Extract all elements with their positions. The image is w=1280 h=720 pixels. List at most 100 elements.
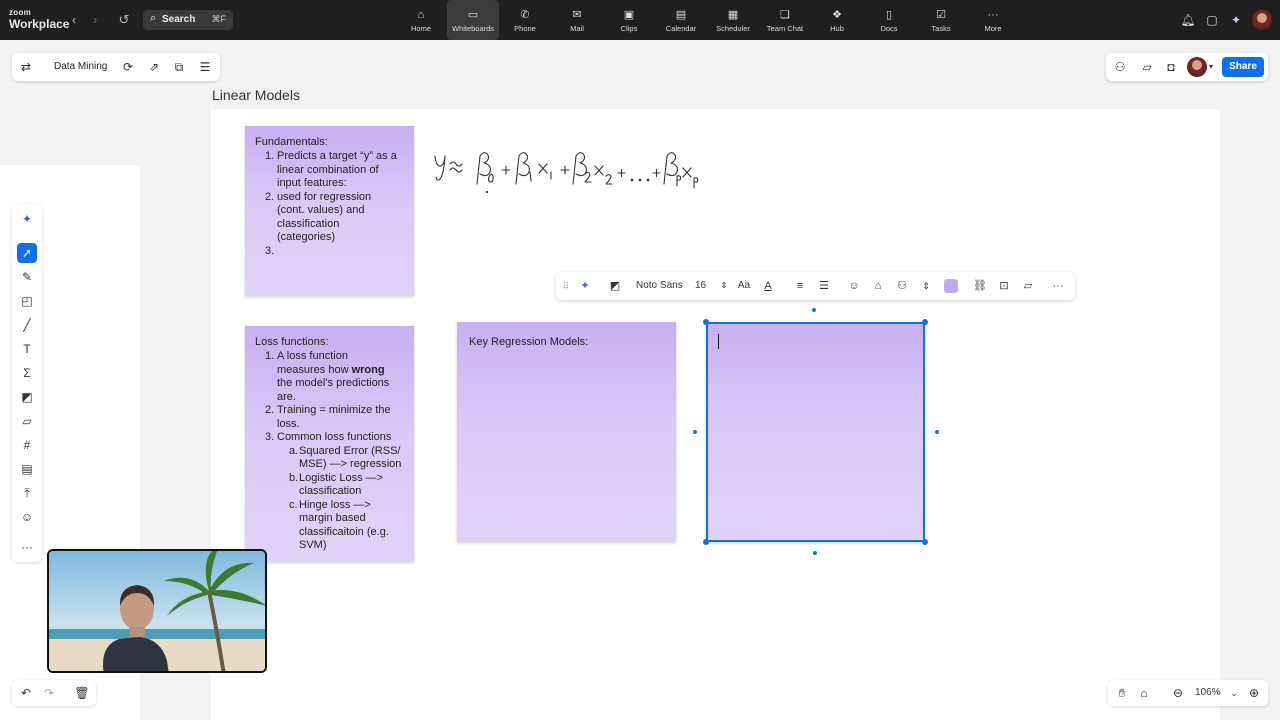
- template-tool-icon[interactable]: ▤: [17, 459, 37, 479]
- nav-whiteboards[interactable]: ▭ Whiteboards: [447, 0, 499, 40]
- reaction-add-icon[interactable]: ☺: [846, 278, 862, 294]
- board-title[interactable]: Data Mining: [54, 61, 107, 72]
- bell-icon[interactable]: 🔔︎: [1180, 12, 1196, 28]
- list-letter: a.: [289, 444, 299, 457]
- history-icon[interactable]: ↺: [116, 12, 132, 28]
- emoji-tool-icon[interactable]: ☺: [17, 507, 37, 527]
- font-size-stepper-icon[interactable]: ⇕: [716, 278, 732, 294]
- nav-hub[interactable]: ❖ Hub: [811, 0, 863, 40]
- resize-handle[interactable]: [922, 319, 928, 325]
- nav-tasks[interactable]: ☑ Tasks: [915, 0, 967, 40]
- formula-tool-icon[interactable]: Σ: [17, 363, 37, 383]
- collaborators-icon[interactable]: ⚇: [1112, 59, 1128, 75]
- sticky-style-icon[interactable]: ◩: [607, 278, 623, 294]
- forward-icon[interactable]: ›: [87, 12, 103, 28]
- text-tool-icon[interactable]: T: [17, 339, 37, 359]
- trash-icon[interactable]: 🗑︎: [74, 685, 90, 701]
- list-item: 2. used for regression (cont. values) an…: [255, 191, 397, 245]
- connector-handle[interactable]: [812, 308, 816, 312]
- pen-tool-icon[interactable]: ✎: [17, 267, 37, 287]
- shapes-tool-icon[interactable]: ◰: [17, 291, 37, 311]
- resize-handle[interactable]: [703, 319, 709, 325]
- lock-icon[interactable]: ⊡: [996, 278, 1012, 294]
- layer-order-icon[interactable]: ⇕: [918, 278, 934, 294]
- history-bar: ↶ ↷ 🗑︎: [12, 680, 96, 706]
- font-family-select[interactable]: Noto Sans: [636, 280, 683, 291]
- board-menu-icon[interactable]: ⇄: [18, 59, 34, 75]
- search-box[interactable]: ⌕ Search ⌘F: [143, 10, 233, 30]
- nav-phone[interactable]: ✆ Phone: [499, 0, 551, 40]
- connector-handle[interactable]: [693, 430, 697, 434]
- menu-icon[interactable]: ☰: [197, 59, 213, 75]
- nav-team-chat[interactable]: ❏ Team Chat: [759, 0, 811, 40]
- nav-clips[interactable]: ▣ Clips: [603, 0, 655, 40]
- back-icon[interactable]: ‹: [66, 12, 82, 28]
- tag-icon[interactable]: ⌂: [870, 278, 886, 294]
- align-left-icon[interactable]: ≡: [792, 278, 808, 294]
- fill-color-swatch[interactable]: [944, 279, 958, 293]
- nav-home[interactable]: ⌂ Home: [395, 0, 447, 40]
- chevron-down-icon[interactable]: ▾: [1206, 59, 1216, 75]
- resize-handle[interactable]: [922, 539, 928, 545]
- frame-title[interactable]: Linear Models: [212, 87, 300, 103]
- zoom-level[interactable]: 106%: [1195, 687, 1221, 698]
- sticky-note-key-models[interactable]: Key Regression Models:: [457, 322, 676, 542]
- zoom-bar: ✋︎ ⌂ ⊖ 106% ⌄ ⊕: [1108, 680, 1268, 706]
- comment-tool-icon[interactable]: ▱: [17, 411, 37, 431]
- list-icon[interactable]: ☰: [816, 278, 832, 294]
- zoom-out-icon[interactable]: ⊖: [1170, 685, 1186, 701]
- open-external-icon[interactable]: ⇗: [146, 59, 162, 75]
- more-options-icon[interactable]: ···: [1050, 278, 1066, 294]
- comments-icon[interactable]: ▱: [1139, 59, 1155, 75]
- assign-icon[interactable]: ⚇: [894, 278, 910, 294]
- nav-docs[interactable]: ▯ Docs: [863, 0, 915, 40]
- connector-handle[interactable]: [813, 551, 817, 555]
- share-button[interactable]: Share: [1222, 57, 1264, 77]
- fit-view-icon[interactable]: ⌂: [1136, 685, 1152, 701]
- undo-icon[interactable]: ↶: [18, 685, 34, 701]
- nav-calendar[interactable]: ▤ Calendar: [655, 0, 707, 40]
- text-line: (cont. values) and: [277, 204, 365, 216]
- user-avatar[interactable]: [1252, 10, 1272, 30]
- text-line: SVM): [299, 539, 327, 551]
- more-tools-icon[interactable]: ···: [17, 537, 37, 557]
- list-item: a. Squared Error (RSS/ MSE) —> regressio…: [277, 445, 415, 472]
- comment-icon[interactable]: ▱: [1020, 278, 1036, 294]
- connector-handle[interactable]: [935, 430, 939, 434]
- frame-tool-icon[interactable]: #: [17, 435, 37, 455]
- font-size-input[interactable]: 16: [695, 280, 706, 291]
- select-tool-icon[interactable]: ➚: [17, 243, 37, 263]
- video-icon[interactable]: ◘: [1163, 59, 1179, 75]
- text-color-icon[interactable]: A: [760, 278, 776, 294]
- nav-label: Team Chat: [766, 24, 804, 33]
- nav-scheduler[interactable]: ▦ Scheduler: [707, 0, 759, 40]
- pages-icon[interactable]: ⧉: [171, 59, 187, 75]
- brand-small: zoom: [9, 8, 32, 17]
- text-size-icon[interactable]: Aa: [736, 278, 752, 294]
- link-icon[interactable]: ⛓: [972, 278, 988, 294]
- chevron-down-icon[interactable]: ⌄: [1226, 685, 1242, 701]
- participant-avatar[interactable]: [1187, 57, 1207, 77]
- nav-more[interactable]: ··· More: [967, 0, 1019, 40]
- nav-mail[interactable]: ✉ Mail: [551, 0, 603, 40]
- redo-icon[interactable]: ↷: [41, 685, 57, 701]
- upload-tool-icon[interactable]: ⤒: [17, 483, 37, 503]
- window-icon[interactable]: ▢: [1204, 12, 1220, 28]
- line-tool-icon[interactable]: ╱: [17, 315, 37, 335]
- sticky-note-tool-icon[interactable]: ◩: [17, 387, 37, 407]
- zoom-workplace-logo[interactable]: zoom Workplace: [9, 8, 69, 31]
- list-item: b. Logistic Loss —> classification: [277, 472, 415, 499]
- drag-handle-icon[interactable]: ⠿: [558, 278, 574, 294]
- hand-tool-icon[interactable]: ✋︎: [1114, 685, 1130, 701]
- zoom-in-icon[interactable]: ⊕: [1246, 685, 1262, 701]
- ai-companion-icon[interactable]: ✦: [17, 209, 37, 229]
- ai-sparkle-icon[interactable]: ✦: [577, 278, 593, 294]
- resize-handle[interactable]: [703, 539, 709, 545]
- handwritten-formula[interactable]: [430, 144, 720, 199]
- sticky-note-fundamentals[interactable]: Fundamentals: 1. Predicts a target “y” a…: [245, 126, 414, 296]
- calendar-icon: ▤: [675, 9, 687, 21]
- sync-icon[interactable]: ⟳: [120, 59, 136, 75]
- ai-companion-icon[interactable]: ✦: [1228, 12, 1244, 28]
- sticky-note-loss-functions[interactable]: Loss functions: 1. A loss function measu…: [245, 326, 414, 562]
- video-self-view[interactable]: [47, 549, 267, 673]
